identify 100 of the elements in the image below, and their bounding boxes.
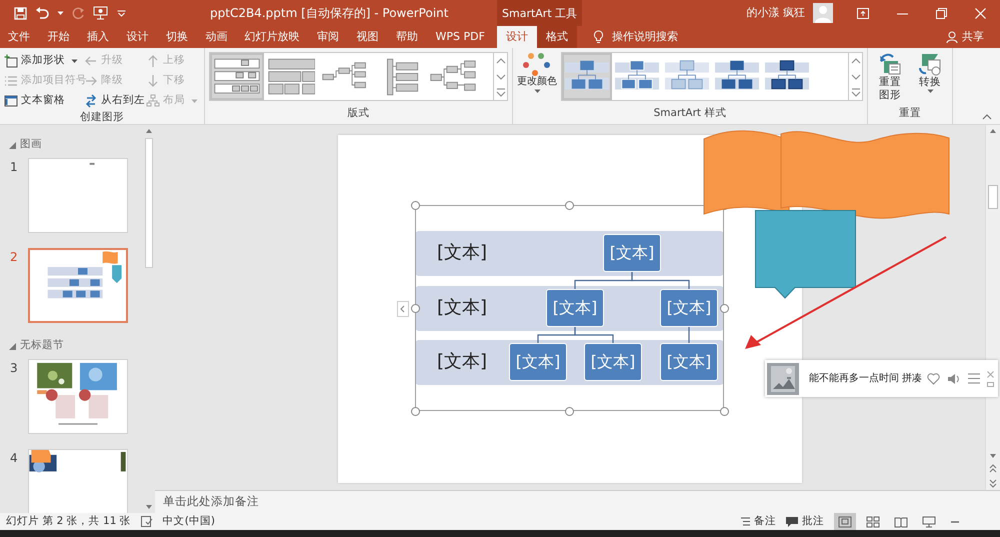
resize-handle[interactable] <box>564 200 574 210</box>
group-label: SmartArt 样式 <box>652 106 728 122</box>
callout-shape[interactable] <box>755 210 856 299</box>
minimize-icon[interactable] <box>987 382 994 386</box>
ribbon-tab[interactable]: 文件 <box>4 26 34 48</box>
diagram-node[interactable]: [文本] <box>509 343 567 381</box>
add-shape-icon[interactable] <box>4 54 18 68</box>
swap-arrows-icon[interactable] <box>84 94 98 108</box>
share-button[interactable]: 共享 <box>946 26 984 48</box>
ribbon-display-icon[interactable] <box>857 8 869 18</box>
convert-button[interactable]: 转换 <box>914 52 946 102</box>
text-pane-icon[interactable] <box>4 94 18 108</box>
comments-button[interactable]: 批注 <box>786 514 824 530</box>
presenter-icon[interactable] <box>93 6 109 20</box>
row-label[interactable]: [文本] <box>437 244 488 262</box>
collapse-triangle-icon[interactable] <box>9 342 16 350</box>
ribbon-tab[interactable]: 开始 <box>43 26 74 48</box>
ribbon-tab[interactable]: 插入 <box>82 26 113 48</box>
undo-icon[interactable] <box>35 6 49 20</box>
connector-line <box>574 327 614 343</box>
slide-number: 3 <box>9 360 19 377</box>
caret-icon[interactable] <box>534 88 540 94</box>
tell-me-search[interactable]: 操作说明搜索 <box>612 28 678 46</box>
resize-handle[interactable] <box>564 406 574 416</box>
change-colors-button[interactable]: 更改颜色 <box>517 52 557 101</box>
resize-handle[interactable] <box>720 406 728 416</box>
wave-banner-drawing[interactable] <box>703 128 951 220</box>
notes-field[interactable]: 单击此处添加备注 <box>163 493 259 511</box>
reset-graphic-button[interactable]: 重置图形 <box>874 52 906 102</box>
scrollbar-thumb[interactable] <box>145 138 153 268</box>
row-label[interactable]: [文本] <box>437 353 488 371</box>
resize-handle[interactable] <box>410 406 420 416</box>
row-label[interactable]: [文本] <box>437 299 488 317</box>
caret-icon[interactable] <box>57 10 64 16</box>
slide-number: 2 <box>9 249 19 266</box>
collapse-ribbon-icon[interactable] <box>982 114 992 120</box>
redo-icon <box>72 6 85 20</box>
slide-counter: 幻灯片 第 2 张，共 11 张 <box>6 514 131 529</box>
resize-handle[interactable] <box>410 304 420 312</box>
slide-number: 1 <box>9 159 19 176</box>
ribbon-tab[interactable]: 设计 <box>497 26 537 48</box>
connector-line <box>631 272 690 289</box>
user-name: 的小漾 疯狂 <box>746 4 805 21</box>
diagram-node[interactable]: [文本] <box>546 289 604 327</box>
ribbon-tab[interactable]: 幻灯片放映 <box>240 26 304 48</box>
spell-check-icon[interactable] <box>140 516 153 527</box>
ribbon-tab[interactable]: 切换 <box>162 26 192 48</box>
reset-graphic-icon <box>878 52 902 76</box>
slide-number: 4 <box>9 450 19 467</box>
normal-view-icon[interactable] <box>834 513 856 530</box>
context-tab-label: SmartArt 工具 <box>497 0 582 26</box>
comment-icon <box>786 516 798 526</box>
diagram-node[interactable]: [文本] <box>603 234 661 272</box>
caret-icon[interactable] <box>926 89 934 94</box>
caret-icon[interactable] <box>71 58 78 64</box>
ribbon-tab[interactable]: 格式 <box>537 26 577 48</box>
notes-button[interactable]: 备注 <box>741 514 776 530</box>
section-title[interactable]: 无标题节 <box>20 338 64 354</box>
diagram-node[interactable]: [文本] <box>584 343 642 381</box>
ribbon-tab[interactable]: 动画 <box>201 26 232 48</box>
group-label: 重置 <box>898 106 922 122</box>
group-label: 创建图形 <box>79 110 125 125</box>
text-pane-toggle-icon[interactable] <box>397 301 409 317</box>
ribbon-tab[interactable]: 帮助 <box>392 26 422 48</box>
notes-icon <box>741 517 750 526</box>
ribbon-tab[interactable]: 设计 <box>122 26 152 48</box>
resize-handle[interactable] <box>410 200 420 210</box>
ribbon-tab[interactable]: 视图 <box>352 26 383 48</box>
ribbon-button[interactable]: 添加形状 <box>4 52 84 70</box>
scrollbar-thumb[interactable] <box>988 185 998 209</box>
diagram-node[interactable]: [文本] <box>660 289 718 327</box>
slide-thumbnail[interactable] <box>28 449 128 513</box>
collapse-triangle-icon[interactable] <box>9 142 16 148</box>
group-label: 版式 <box>346 106 370 122</box>
restore-icon[interactable] <box>936 8 947 18</box>
close-icon[interactable] <box>987 370 994 378</box>
ribbon-button[interactable]: 从右到左 <box>84 92 146 110</box>
diagram-node[interactable]: [文本] <box>660 343 718 381</box>
window-title: pptC2B4.pptm [自动保存的] - PowerPoint <box>210 5 450 22</box>
section-title[interactable]: 图画 <box>20 137 42 153</box>
playlist-icon[interactable] <box>968 373 980 384</box>
volume-icon[interactable] <box>947 372 961 384</box>
color-dots-icon <box>521 52 553 76</box>
convert-icon <box>918 52 942 76</box>
heart-icon[interactable] <box>927 372 940 384</box>
customize-caret-icon[interactable] <box>117 10 126 16</box>
person-icon <box>946 31 958 43</box>
connector-line <box>688 327 690 343</box>
save-icon[interactable] <box>14 6 27 20</box>
ribbon-button[interactable]: 文本窗格 <box>4 92 84 110</box>
slide-thumbnail[interactable] <box>28 248 128 323</box>
song-title: 能不能再多一点时间 拼凑 <box>809 372 922 386</box>
slide-canvas[interactable]: [文本] [文本] [文本] [文本] [文本] [文本] [文本] [文本] [文本] <box>338 135 802 483</box>
slide-thumbnail[interactable] <box>28 359 128 434</box>
ribbon-tab[interactable]: 审阅 <box>313 26 344 48</box>
layout-thumbnail[interactable] <box>267 57 315 97</box>
ribbon-tab[interactable]: WPS PDF <box>432 26 489 48</box>
lightbulb-icon[interactable] <box>593 30 604 44</box>
slide-thumbnail[interactable] <box>28 158 128 233</box>
language-indicator[interactable]: 中文(中国) <box>162 514 215 530</box>
